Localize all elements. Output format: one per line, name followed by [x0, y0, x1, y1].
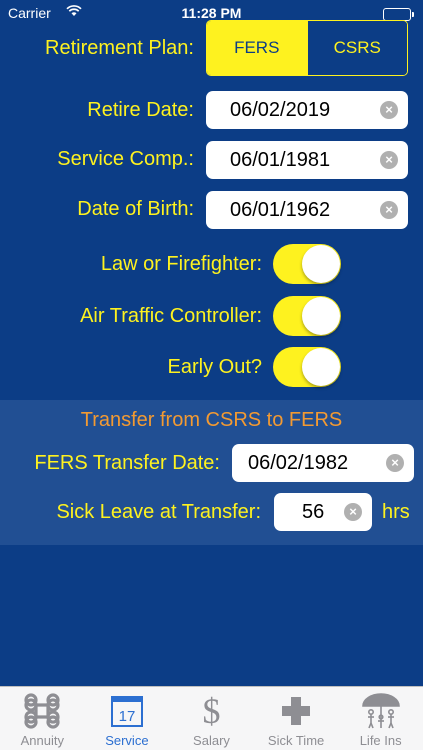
- fers-transfer-date-label: FERS Transfer Date:: [34, 452, 220, 474]
- clear-icon[interactable]: ×: [386, 454, 404, 472]
- fers-transfer-date-field[interactable]: 06/02/1982 ×: [232, 444, 414, 482]
- dollar-icon: $: [202, 691, 221, 731]
- service-comp-label: Service Comp.:: [57, 148, 194, 170]
- air-traffic-controller-label: Air Traffic Controller:: [80, 305, 262, 327]
- law-firefighter-label: Law or Firefighter:: [100, 253, 262, 275]
- calendar-icon: 17: [85, 691, 170, 731]
- medical-cross-icon: [254, 691, 339, 731]
- command-icon: [0, 691, 85, 731]
- early-out-toggle[interactable]: [273, 347, 341, 387]
- toggle-knob: [302, 245, 340, 283]
- toggle-knob: [302, 348, 340, 386]
- law-firefighter-toggle[interactable]: [273, 244, 341, 284]
- umbrella-family-icon: [338, 691, 423, 731]
- date-of-birth-label: Date of Birth:: [77, 198, 194, 220]
- segment-fers[interactable]: FERS: [207, 21, 307, 75]
- tab-life-ins[interactable]: Life Ins: [338, 687, 423, 750]
- tab-salary[interactable]: $ Salary: [169, 687, 254, 750]
- clear-icon[interactable]: ×: [380, 151, 398, 169]
- clear-icon[interactable]: ×: [380, 101, 398, 119]
- tab-annuity[interactable]: Annuity: [0, 687, 85, 750]
- tab-life-ins-label: Life Ins: [359, 733, 402, 748]
- early-out-label: Early Out?: [167, 356, 262, 378]
- sick-leave-label: Sick Leave at Transfer:: [56, 501, 261, 523]
- retire-date-label: Retire Date:: [87, 99, 194, 121]
- date-of-birth-field[interactable]: 06/01/1962 ×: [206, 191, 408, 229]
- sick-leave-unit: hrs: [382, 501, 410, 523]
- retirement-plan-segmented-control[interactable]: FERS CSRS: [206, 20, 408, 76]
- retire-date-field[interactable]: 06/02/2019 ×: [206, 91, 408, 129]
- air-traffic-controller-toggle[interactable]: [273, 296, 341, 336]
- tab-bar: Annuity 17 Service $ Salary Sick Time Li…: [0, 686, 423, 750]
- toggle-knob: [302, 297, 340, 335]
- tab-salary-label: Salary: [193, 733, 230, 748]
- clear-icon[interactable]: ×: [380, 201, 398, 219]
- tab-service[interactable]: 17 Service: [85, 687, 170, 750]
- segment-csrs[interactable]: CSRS: [306, 21, 407, 75]
- sick-leave-field[interactable]: 56 ×: [274, 493, 372, 531]
- tab-sick-time-label: Sick Time: [267, 733, 325, 748]
- tab-service-label: Service: [105, 733, 149, 748]
- tab-annuity-label: Annuity: [20, 733, 64, 748]
- status-time: 11:28 PM: [181, 5, 242, 21]
- retirement-plan-label: Retirement Plan:: [45, 37, 194, 59]
- service-comp-field[interactable]: 06/01/1981 ×: [206, 141, 408, 179]
- clear-icon[interactable]: ×: [344, 503, 362, 521]
- calendar-day: 17: [119, 708, 136, 725]
- tab-sick-time[interactable]: Sick Time: [254, 687, 339, 750]
- transfer-title: Transfer from CSRS to FERS: [80, 409, 343, 431]
